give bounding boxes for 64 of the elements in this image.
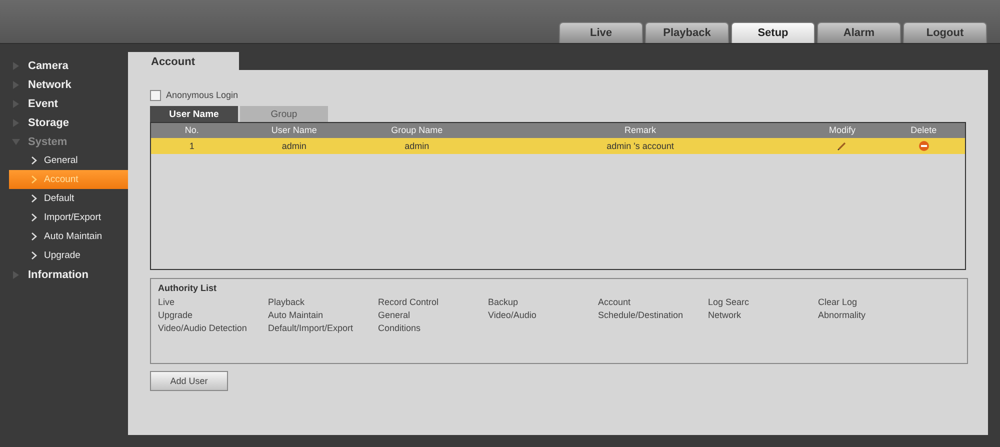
- authority-item: Backup: [488, 297, 520, 307]
- column-header: Modify: [828, 124, 857, 137]
- sidebar-item[interactable]: Storage: [0, 113, 128, 132]
- sidebar-subitem[interactable]: Import/Export: [9, 208, 128, 227]
- authority-item: Upgrade: [158, 310, 194, 320]
- authority-item: Log Searc: [708, 297, 750, 307]
- authority-item: Live: [158, 297, 176, 307]
- column-header: Group Name: [390, 124, 444, 137]
- column-header: Remark: [624, 124, 658, 137]
- table-cell-text: 1: [188, 141, 196, 151]
- sidebar-subitem[interactable]: Upgrade: [9, 246, 128, 265]
- panel-tab[interactable]: Account: [128, 52, 239, 70]
- checkbox[interactable]: [150, 90, 161, 100]
- expand-triangle-icon: [12, 270, 20, 278]
- authority-item: Conditions: [378, 323, 422, 333]
- authority-item: Abnormality: [818, 310, 867, 320]
- edit-icon[interactable]: [837, 141, 848, 151]
- expand-triangle-icon: [12, 118, 20, 126]
- authority-item: Video/Audio Detection: [158, 323, 248, 333]
- column-header: No.: [184, 124, 200, 137]
- authority-item: Record Control: [378, 297, 440, 307]
- nav-tab[interactable]: Live: [559, 22, 643, 43]
- nav-tab[interactable]: Logout: [903, 22, 987, 43]
- authority-item: Clear Log: [818, 297, 858, 307]
- expand-triangle-icon: [12, 100, 20, 108]
- delete-icon[interactable]: [918, 141, 929, 151]
- nav-tab[interactable]: Playback: [645, 22, 729, 43]
- authority-item: Network: [708, 310, 742, 320]
- expand-triangle-icon: [12, 62, 20, 70]
- chevron-right-icon: [31, 251, 37, 260]
- add-user-button[interactable]: Add User: [150, 371, 228, 391]
- sidebar-item[interactable]: Camera: [0, 56, 128, 75]
- chevron-right-icon: [31, 232, 37, 241]
- authority-item: Default/Import/Export: [268, 323, 354, 333]
- authority-item: Account: [598, 297, 632, 307]
- authority-item: Playback: [268, 297, 306, 307]
- sidebar-subitem[interactable]: Default: [9, 189, 128, 208]
- authority-list-title: Authority List: [158, 283, 218, 293]
- authority-item: Video/Audio: [488, 310, 538, 320]
- sidebar-subitem[interactable]: General: [9, 151, 128, 170]
- authority-item: General: [378, 310, 412, 320]
- authority-item: Auto Maintain: [268, 310, 324, 320]
- nav-tab[interactable]: Setup: [731, 22, 815, 43]
- checkbox-label: Anonymous Login: [166, 90, 238, 100]
- chevron-right-icon: [31, 156, 37, 165]
- authority-item: Schedule/Destination: [598, 310, 684, 320]
- collapse-triangle-icon: [12, 138, 20, 146]
- sub-tab[interactable]: User Name: [150, 106, 238, 122]
- column-header: User Name: [270, 124, 318, 137]
- table-cell-text: admin: [280, 141, 308, 151]
- chevron-right-icon: [31, 175, 37, 184]
- sidebar-item[interactable]: Event: [0, 94, 128, 113]
- column-header: Delete: [910, 124, 938, 137]
- sidebar-subitem[interactable]: Auto Maintain: [9, 227, 128, 246]
- expand-triangle-icon: [12, 80, 20, 88]
- sub-tab[interactable]: Group: [240, 106, 328, 122]
- chevron-right-icon: [31, 213, 37, 222]
- chevron-right-icon: [31, 194, 37, 203]
- table-cell-text: admin 's account: [606, 141, 675, 151]
- nav-tab[interactable]: Alarm: [817, 22, 901, 43]
- table-cell-text: admin: [404, 141, 430, 151]
- table-row[interactable]: 1 admin admin admin 's account: [151, 138, 965, 154]
- sidebar-item[interactable]: Network: [0, 75, 128, 94]
- sidebar-item[interactable]: Information: [0, 265, 128, 284]
